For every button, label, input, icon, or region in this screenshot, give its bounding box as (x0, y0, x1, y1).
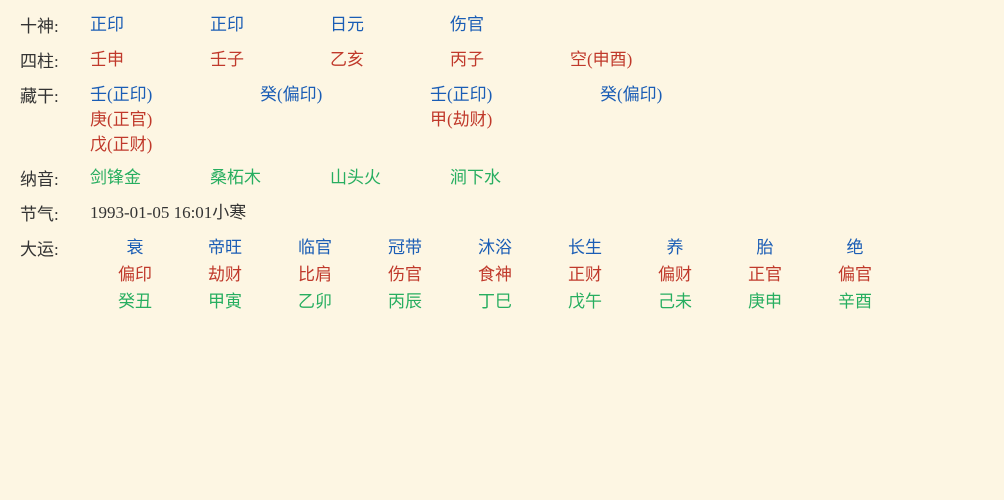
sizhu-content: 壬申 壬子 乙亥 丙子 空(申酉) (90, 45, 984, 70)
dayun-r3-c1: 癸丑 (90, 287, 180, 312)
dayun-r2-c7: 偏财 (630, 260, 720, 285)
dayun-r1-c9: 绝 (810, 233, 900, 258)
zanggan-row-3: 戊(正财) (90, 130, 770, 155)
dayun-label: 大运: (20, 233, 90, 260)
nayin-item-1: 剑锋金 (90, 163, 210, 188)
dayun-content: 衰 帝旺 临官 冠带 沐浴 长生 养 胎 绝 偏印 劫财 比肩 伤官 食神 正财… (90, 233, 900, 312)
dayun-row-3: 癸丑 甲寅 乙卯 丙辰 丁巳 戊午 己未 庚申 辛酉 (90, 287, 900, 312)
sizhu-extra: 空(申酉) (570, 45, 632, 70)
nayin-label: 纳音: (20, 163, 90, 190)
dayun-r1-c4: 冠带 (360, 233, 450, 258)
dayun-r3-c5: 丁巳 (450, 287, 540, 312)
dayun-r1-c2: 帝旺 (180, 233, 270, 258)
sizhu-item-4: 丙子 (450, 45, 570, 70)
zanggan-row-1: 壬(正印) 癸(偏印) 壬(正印) 癸(偏印) (90, 80, 770, 105)
nayin-item-4: 涧下水 (450, 163, 570, 188)
sizhu-label: 四柱: (20, 45, 90, 72)
dayun-r1-c6: 长生 (540, 233, 630, 258)
shishen-item-1: 正印 (90, 10, 210, 35)
zanggan-r1-c1: 壬(正印) (90, 80, 260, 105)
dayun-row-1: 衰 帝旺 临官 冠带 沐浴 长生 养 胎 绝 (90, 233, 900, 258)
jieqi-section: 节气: 1993-01-05 16:01小寒 (20, 198, 984, 225)
zanggan-row-2: 庚(正官) 甲(劫财) (90, 105, 770, 130)
jieqi-text: 1993-01-05 16:01小寒 (90, 198, 246, 223)
shishen-item-4: 伤官 (450, 10, 570, 35)
dayun-r1-c1: 衰 (90, 233, 180, 258)
jieqi-content: 1993-01-05 16:01小寒 (90, 198, 984, 223)
sizhu-section: 四柱: 壬申 壬子 乙亥 丙子 空(申酉) (20, 45, 984, 72)
dayun-r2-c1: 偏印 (90, 260, 180, 285)
jieqi-label: 节气: (20, 198, 90, 225)
dayun-r3-c9: 辛酉 (810, 287, 900, 312)
zanggan-r2-c4 (600, 105, 770, 130)
zanggan-r3-c1: 戊(正财) (90, 130, 260, 155)
zanggan-label: 藏干: (20, 80, 90, 107)
shishen-section: 十神: 正印 正印 日元 伤官 (20, 10, 984, 37)
dayun-r3-c3: 乙卯 (270, 287, 360, 312)
shishen-item-2: 正印 (210, 10, 330, 35)
zanggan-r2-c1: 庚(正官) (90, 105, 260, 130)
dayun-r3-c7: 己未 (630, 287, 720, 312)
dayun-r3-c4: 丙辰 (360, 287, 450, 312)
dayun-r2-c9: 偏官 (810, 260, 900, 285)
zanggan-section: 藏干: 壬(正印) 癸(偏印) 壬(正印) 癸(偏印) 庚(正官) 甲(劫财) … (20, 80, 984, 155)
nayin-content: 剑锋金 桑柘木 山头火 涧下水 (90, 163, 984, 188)
dayun-section: 大运: 衰 帝旺 临官 冠带 沐浴 长生 养 胎 绝 偏印 劫财 比肩 伤官 食… (20, 233, 984, 312)
dayun-r2-c2: 劫财 (180, 260, 270, 285)
dayun-r1-c7: 养 (630, 233, 720, 258)
dayun-r2-c6: 正财 (540, 260, 630, 285)
sizhu-item-3: 乙亥 (330, 45, 450, 70)
dayun-r3-c6: 戊午 (540, 287, 630, 312)
zanggan-content: 壬(正印) 癸(偏印) 壬(正印) 癸(偏印) 庚(正官) 甲(劫财) 戊(正财… (90, 80, 770, 155)
shishen-content: 正印 正印 日元 伤官 (90, 10, 984, 35)
dayun-r2-c4: 伤官 (360, 260, 450, 285)
dayun-r1-c8: 胎 (720, 233, 810, 258)
nayin-item-2: 桑柘木 (210, 163, 330, 188)
dayun-r2-c3: 比肩 (270, 260, 360, 285)
dayun-r1-c3: 临官 (270, 233, 360, 258)
zanggan-r2-c2 (260, 105, 430, 130)
dayun-r2-c8: 正官 (720, 260, 810, 285)
nayin-section: 纳音: 剑锋金 桑柘木 山头火 涧下水 (20, 163, 984, 190)
dayun-r1-c5: 沐浴 (450, 233, 540, 258)
dayun-r2-c5: 食神 (450, 260, 540, 285)
zanggan-r1-c4: 癸(偏印) (600, 80, 770, 105)
sizhu-item-1: 壬申 (90, 45, 210, 70)
dayun-r3-c8: 庚申 (720, 287, 810, 312)
dayun-r3-c2: 甲寅 (180, 287, 270, 312)
nayin-item-3: 山头火 (330, 163, 450, 188)
shishen-label: 十神: (20, 10, 90, 37)
zanggan-r1-c2: 癸(偏印) (260, 80, 430, 105)
zanggan-r1-c3: 壬(正印) (430, 80, 600, 105)
dayun-row-2: 偏印 劫财 比肩 伤官 食神 正财 偏财 正官 偏官 (90, 260, 900, 285)
sizhu-item-2: 壬子 (210, 45, 330, 70)
zanggan-r2-c3: 甲(劫财) (430, 105, 600, 130)
shishen-item-3: 日元 (330, 10, 450, 35)
